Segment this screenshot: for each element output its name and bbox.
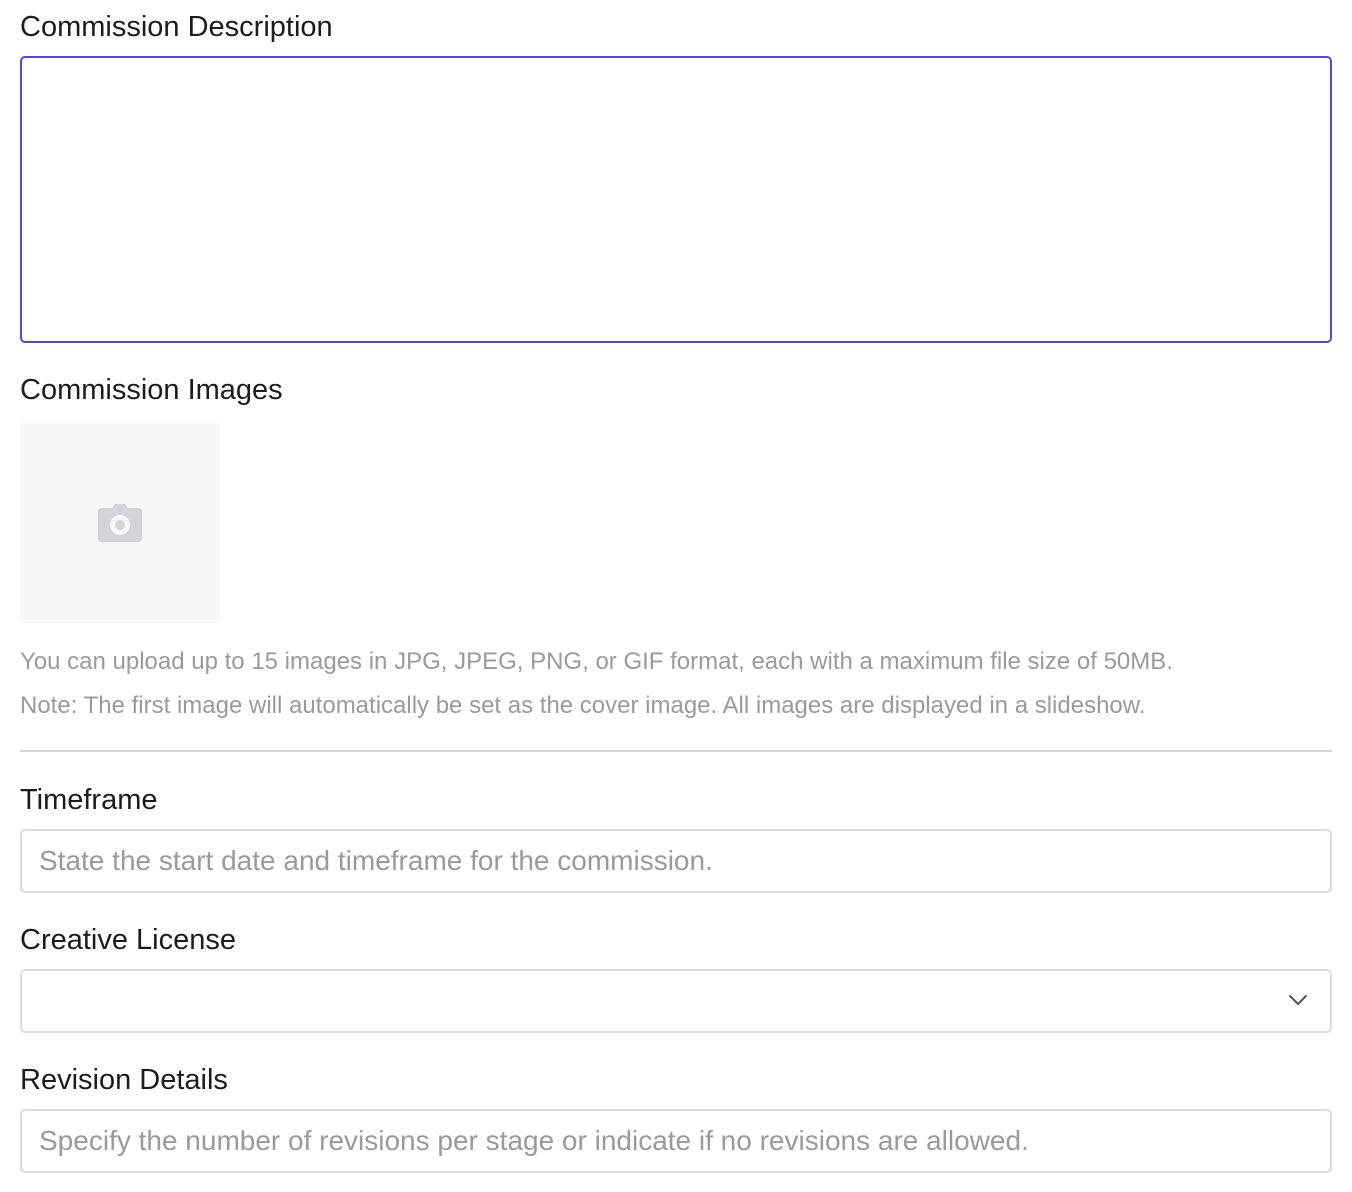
- commission-description-label: Commission Description: [20, 11, 333, 43]
- commission-images-label: Commission Images: [20, 374, 283, 406]
- upload-hint-limits: You can upload up to 15 images in JPG, J…: [20, 648, 1173, 675]
- section-divider: [20, 750, 1332, 752]
- timeframe-label: Timeframe: [20, 784, 158, 816]
- camera-icon: [98, 504, 142, 542]
- image-upload-button[interactable]: [20, 423, 220, 623]
- revision-details-input[interactable]: [20, 1109, 1332, 1173]
- timeframe-input[interactable]: [20, 829, 1332, 893]
- creative-license-select[interactable]: [20, 969, 1332, 1033]
- chevron-down-icon: [1289, 995, 1307, 1005]
- upload-hint-cover-note: Note: The first image will automatically…: [20, 692, 1146, 719]
- commission-description-textarea[interactable]: [20, 56, 1332, 343]
- revision-details-label: Revision Details: [20, 1064, 228, 1096]
- creative-license-label: Creative License: [20, 924, 236, 956]
